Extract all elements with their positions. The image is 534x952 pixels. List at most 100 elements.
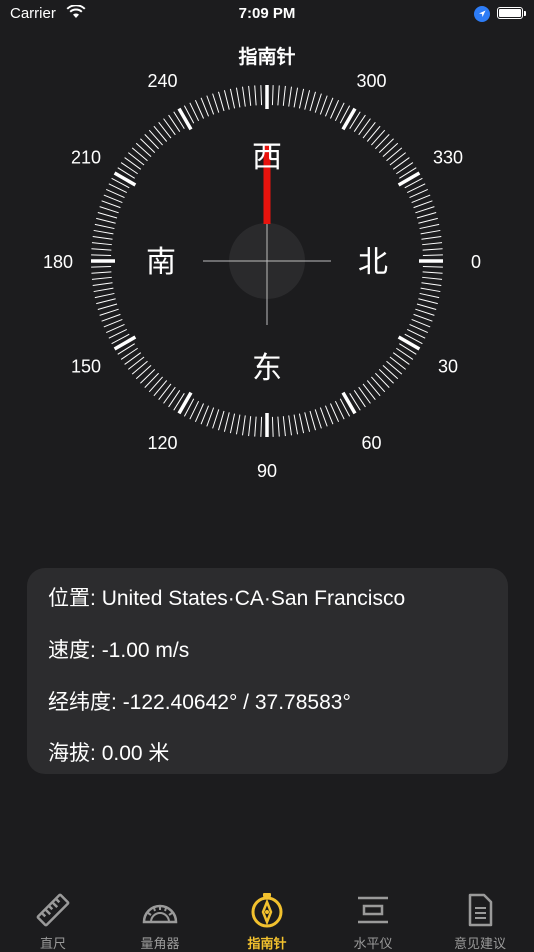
tab-level[interactable]: 水平仪: [320, 884, 426, 951]
minor-tick: [422, 276, 443, 280]
minor-tick: [235, 414, 241, 435]
minor-tick: [420, 287, 441, 293]
minor-tick: [97, 212, 118, 219]
degree-label: 330: [433, 148, 463, 168]
minor-tick: [282, 416, 286, 437]
compass-dial: 0306090120150180210240270300330 西 南 北 东: [43, 71, 481, 481]
minor-tick: [314, 409, 322, 429]
minor-tick: [324, 405, 334, 425]
degree-label: 30: [438, 357, 458, 377]
minor-tick: [421, 282, 442, 286]
tab-label: 量角器: [140, 936, 180, 951]
minor-tick: [260, 85, 263, 106]
minor-tick: [144, 134, 159, 150]
direction-east: 东: [252, 351, 282, 386]
minor-tick: [422, 242, 443, 246]
compass: 0306090120150180210240270300330 西 南 北 东: [0, 70, 534, 490]
minor-tick: [358, 386, 371, 404]
altitude-row: 海拔: 0.00 米: [48, 737, 169, 767]
minor-tick: [242, 86, 246, 107]
minor-tick: [135, 365, 152, 380]
minor-tick: [304, 90, 311, 110]
minor-tick: [124, 157, 142, 170]
tab-label: 水平仪: [353, 936, 393, 951]
tab-compass[interactable]: 指南针: [214, 884, 320, 951]
minor-tick: [144, 372, 159, 388]
minor-tick: [212, 93, 220, 113]
coordinates-value: -122.40642° / 37.78583°: [122, 691, 351, 714]
minor-tick: [120, 347, 138, 360]
page-title: 指南针: [238, 47, 296, 68]
minor-tick: [422, 265, 443, 268]
compass-icon: [251, 893, 283, 928]
minor-tick: [254, 416, 257, 437]
minor-tick: [386, 360, 403, 375]
minor-tick: [420, 229, 441, 235]
minor-tick: [97, 303, 118, 310]
major-tick: [177, 107, 193, 131]
minor-tick: [396, 347, 414, 360]
minor-tick: [415, 206, 435, 214]
degree-label: 90: [257, 461, 277, 481]
minor-tick: [371, 129, 386, 146]
degree-label: 0: [471, 252, 481, 272]
altitude-label: 海拔:: [48, 742, 96, 765]
tab-protractor[interactable]: 量角器: [107, 884, 213, 951]
minor-tick: [422, 254, 443, 257]
minor-tick: [96, 298, 116, 305]
minor-tick: [422, 248, 443, 251]
feedback-document-icon: [468, 893, 493, 927]
minor-tick: [120, 162, 138, 175]
minor-tick: [277, 85, 280, 106]
minor-tick: [101, 313, 121, 322]
minor-tick: [366, 380, 381, 397]
tab-feedback[interactable]: 意见建议: [427, 884, 533, 951]
degree-label: 240: [147, 71, 177, 91]
minor-tick: [93, 287, 114, 293]
minor-tick: [91, 248, 112, 251]
degree-label: 300: [356, 71, 386, 91]
tab-label: 意见建议: [453, 936, 506, 951]
minor-tick: [91, 271, 112, 274]
status-time: 7:09 PM: [238, 5, 296, 22]
minor-tick: [223, 90, 230, 110]
minor-tick: [168, 390, 181, 408]
major-tick: [113, 171, 137, 187]
direction-west: 西: [252, 140, 282, 175]
minor-tick: [99, 206, 119, 214]
location-value: United States·CA·San Francisco: [101, 587, 406, 610]
minor-tick: [277, 416, 280, 437]
minor-tick: [378, 369, 394, 384]
minor-tick: [103, 194, 123, 204]
minor-tick: [382, 142, 399, 157]
minor-tick: [94, 223, 115, 230]
minor-tick: [371, 376, 386, 393]
minor-tick: [353, 390, 366, 408]
minor-tick: [413, 313, 433, 322]
minor-tick: [229, 88, 236, 109]
minor-tick: [358, 118, 371, 136]
minor-tick: [416, 212, 437, 219]
minor-tick: [242, 415, 246, 436]
minor-tick: [309, 410, 316, 431]
minor-tick: [418, 217, 438, 224]
minor-tick: [298, 88, 305, 109]
battery-tip: [524, 11, 526, 16]
minor-tick: [418, 298, 438, 305]
minor-tick: [229, 413, 236, 434]
degree-label: 180: [43, 252, 73, 272]
minor-tick: [319, 407, 328, 427]
minor-tick: [218, 91, 225, 112]
minor-tick: [158, 122, 172, 139]
minor-tick: [200, 405, 210, 425]
major-tick: [177, 391, 193, 415]
coordinates-label: 经纬度:: [48, 691, 117, 714]
minor-tick: [91, 265, 112, 268]
minor-tick: [389, 356, 406, 370]
minor-tick: [254, 85, 257, 106]
minor-tick: [422, 271, 443, 274]
minor-tick: [248, 85, 252, 106]
minor-tick: [153, 380, 168, 397]
minor-tick: [153, 125, 168, 142]
tab-ruler[interactable]: 直尺: [0, 884, 106, 951]
